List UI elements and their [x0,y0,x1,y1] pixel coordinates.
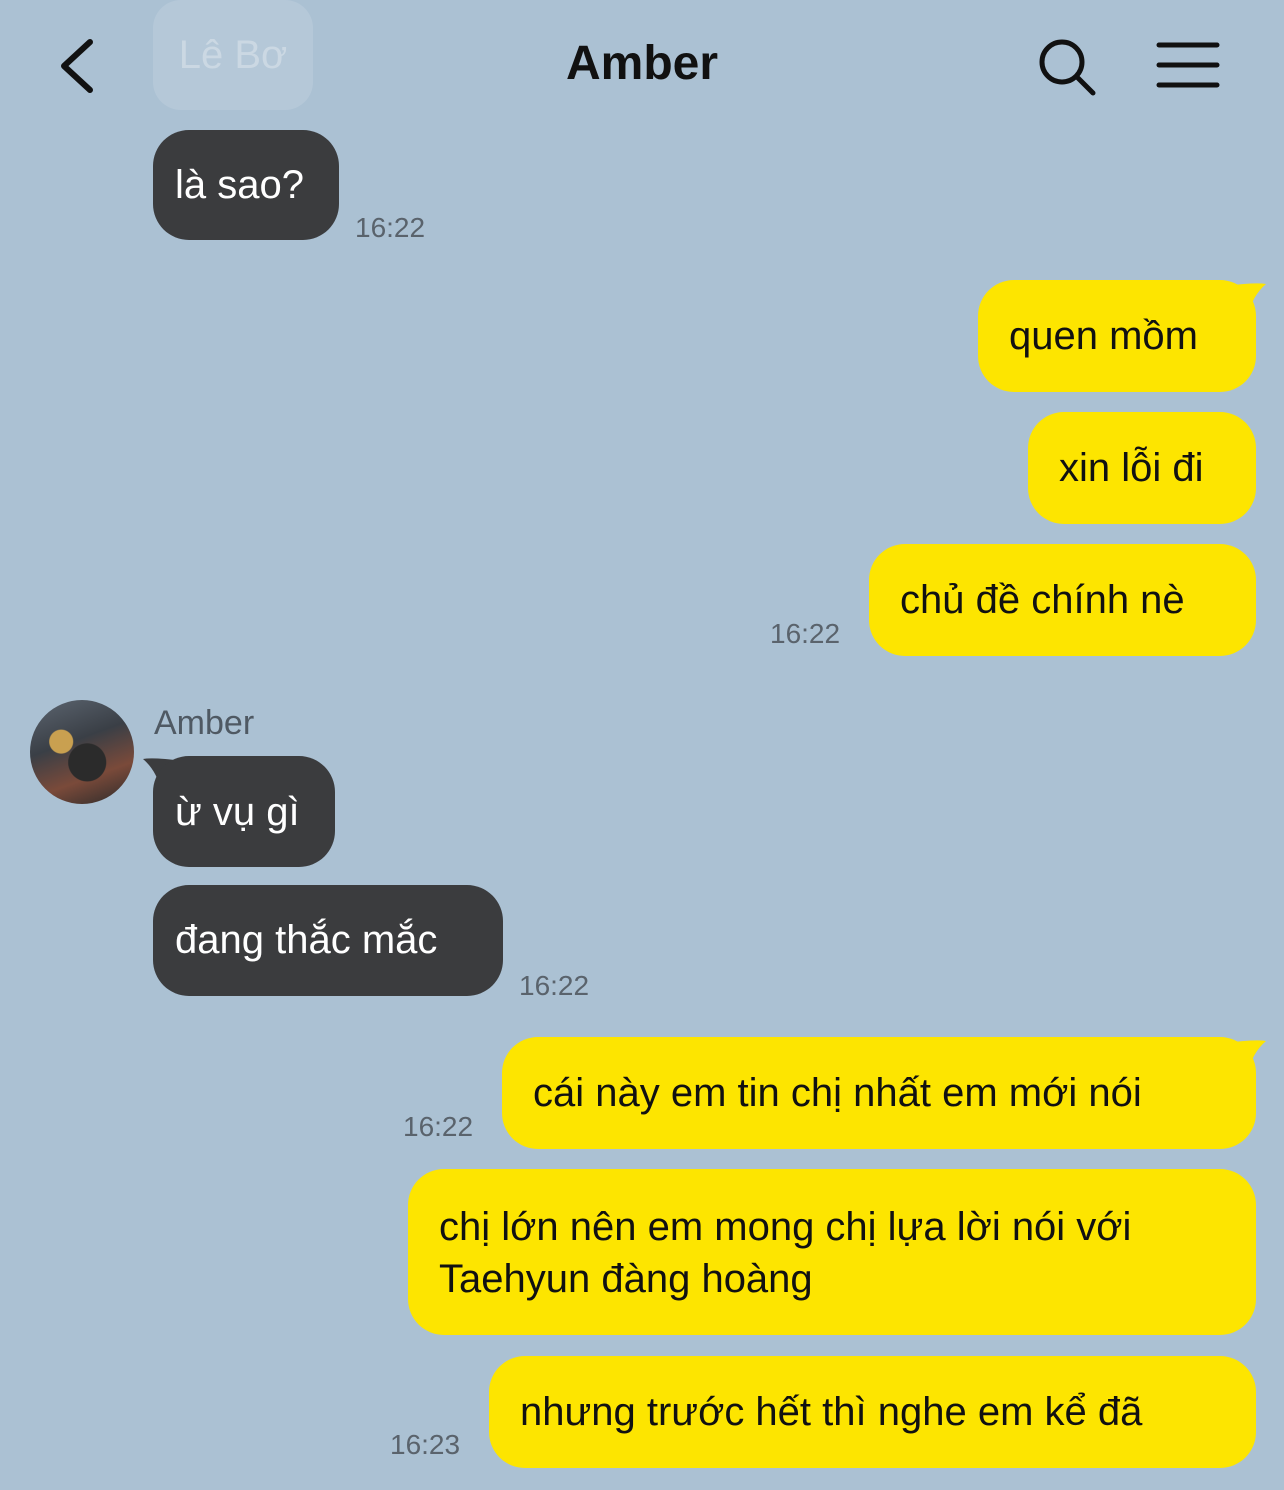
message-bubble-outgoing[interactable]: cái này em tin chị nhất em mới nói [502,1037,1256,1149]
message-time: 16:22 [403,1111,474,1142]
message-bubble-outgoing[interactable]: chị lớn nên em mong chị lựa lời nói với … [408,1169,1256,1335]
message-bubble-incoming[interactable]: là sao? [153,130,339,240]
message-text-line: Taehyun đàng hoàng [439,1257,813,1301]
message-bubble-incoming[interactable]: đang thắc mắc [153,885,503,996]
message-bubble-outgoing[interactable]: xin lỗi đi [1028,412,1256,524]
chat-header: Lê Bơ Amber [0,0,1284,130]
message-text: ừ vụ gì [175,790,300,834]
message-bubble-incoming[interactable]: ừ vụ gì [153,756,335,867]
message-bubble-outgoing[interactable]: chủ đề chính nè [869,544,1256,656]
menu-button[interactable] [1156,40,1220,90]
message-bubble-outgoing[interactable]: nhưng trước hết thì nghe em kể đã [489,1356,1256,1468]
sender-name: Amber [154,704,255,742]
message-time: 16:23 [390,1429,461,1460]
message-bubble-outgoing[interactable]: quen mồm [978,280,1256,392]
message-text: đang thắc mắc [175,918,438,962]
search-button[interactable] [1036,36,1098,98]
message-text-line: chị lớn nên em mong chị lựa lời nói với [439,1205,1132,1249]
message-text: cái này em tin chị nhất em mới nói [533,1071,1142,1115]
message-text: nhưng trước hết thì nghe em kể đã [520,1390,1143,1434]
search-icon [1039,39,1096,96]
hamburger-menu-icon [1156,42,1220,88]
message-time: 16:22 [519,970,590,1001]
message-text: chủ đề chính nè [900,578,1185,622]
message-time: 16:22 [770,618,841,649]
contact-avatar[interactable] [30,700,134,804]
message-text: là sao? [175,163,304,207]
message-time: 16:22 [355,212,426,243]
message-text: quen mồm [1009,314,1198,358]
message-text: xin lỗi đi [1059,446,1204,490]
